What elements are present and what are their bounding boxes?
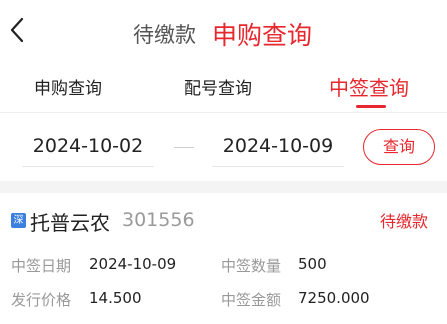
stock-code: 301556 xyxy=(122,209,195,231)
section-separator xyxy=(0,181,447,193)
subtab-allotment-query[interactable]: 配号查询 xyxy=(184,74,252,99)
issue-price-value: 14.500 xyxy=(89,289,142,307)
win-quantity-value: 500 xyxy=(298,255,327,273)
stock-name: 托普云农 xyxy=(30,211,110,235)
query-button[interactable]: 查询 xyxy=(363,129,435,165)
win-amount-label: 中签金额 xyxy=(221,291,282,309)
end-date-value: 2024-10-09 xyxy=(222,135,334,157)
end-date-picker[interactable]: 2024-10-09 xyxy=(212,127,344,167)
top-navigation-bar: 待缴款 申购查询 xyxy=(0,0,447,64)
chevron-left-icon[interactable] xyxy=(8,17,28,43)
tab-subscription-query[interactable]: 申购查询 xyxy=(212,16,312,52)
date-range-separator xyxy=(174,147,194,148)
win-date-label: 中签日期 xyxy=(11,257,72,275)
win-quantity-label: 中签数量 xyxy=(221,257,282,275)
query-subtabs: 申购查询 配号查询 中签查询 xyxy=(0,64,447,110)
exchange-badge: 深 xyxy=(11,213,26,228)
subtab-subscription-query[interactable]: 申购查询 xyxy=(34,74,102,99)
divider xyxy=(0,112,447,113)
tab-pending-payment[interactable]: 待缴款 xyxy=(133,19,196,49)
win-amount-value: 7250.000 xyxy=(298,289,370,307)
status-badge: 待缴款 xyxy=(380,212,429,231)
start-date-value: 2024-10-02 xyxy=(32,135,144,157)
winning-record-card[interactable]: 深 托普云农 301556 待缴款 中签日期 2024-10-09 中签数量 5… xyxy=(0,193,447,324)
active-tab-indicator xyxy=(356,105,386,108)
issue-price-label: 发行价格 xyxy=(11,291,72,309)
win-date-value: 2024-10-09 xyxy=(89,255,177,273)
subtab-winning-query[interactable]: 中签查询 xyxy=(329,72,409,101)
start-date-picker[interactable]: 2024-10-02 xyxy=(22,127,154,167)
